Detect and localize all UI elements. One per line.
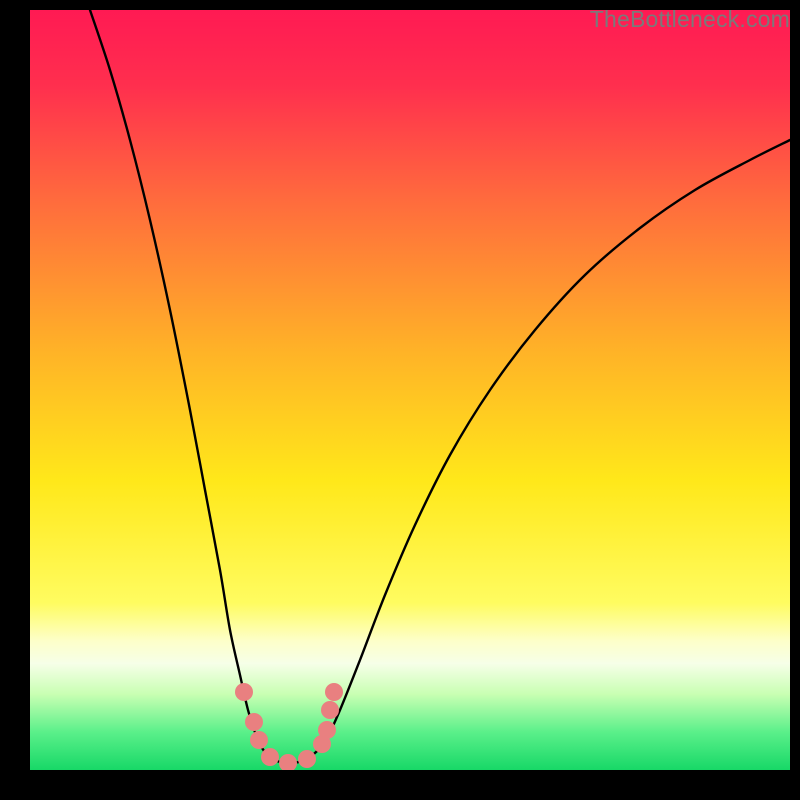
dip-marker — [298, 750, 316, 768]
chart-frame — [30, 10, 790, 770]
bottleneck-chart — [30, 10, 790, 770]
dip-marker — [245, 713, 263, 731]
dip-marker — [261, 748, 279, 766]
watermark-text: TheBottleneck.com — [590, 6, 790, 33]
dip-marker — [325, 683, 343, 701]
dip-marker — [318, 721, 336, 739]
dip-marker — [321, 701, 339, 719]
dip-marker — [250, 731, 268, 749]
chart-background — [30, 10, 790, 770]
dip-marker — [235, 683, 253, 701]
